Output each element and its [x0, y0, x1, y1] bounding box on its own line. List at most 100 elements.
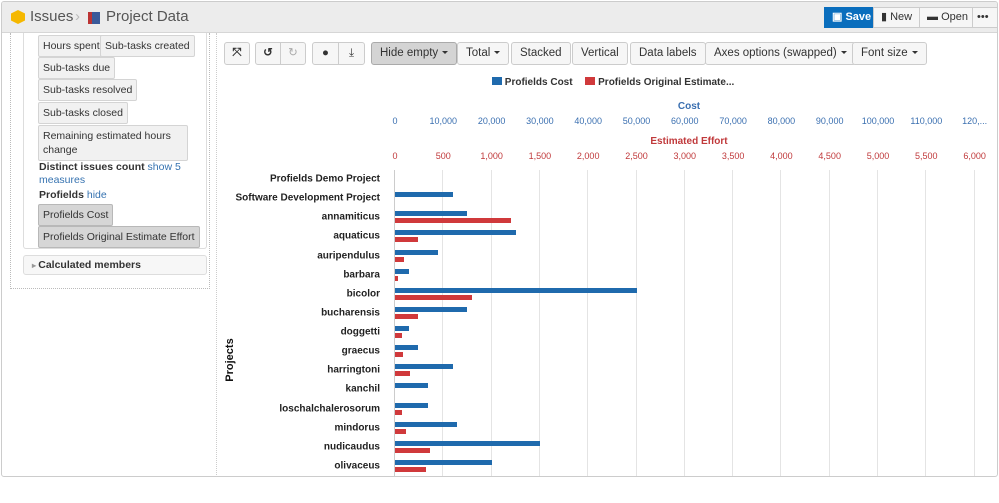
effort-tick-label: 2,000: [576, 151, 600, 161]
expand-icon: ⤧: [232, 47, 242, 59]
effort-bar: [395, 237, 419, 243]
effort-tick-label: 3,000: [673, 151, 697, 161]
more-button[interactable]: •••: [972, 7, 997, 28]
effort-tick-label: 4,000: [770, 151, 793, 161]
gridline: [877, 170, 878, 476]
total-dropdown[interactable]: Total: [457, 42, 510, 65]
legend: Profields Cost Profields Original Estima…: [492, 77, 734, 88]
category-label: aquaticus: [333, 230, 380, 242]
cost-tick-label: 10,000: [429, 116, 458, 126]
redo-button[interactable]: ↻: [280, 42, 306, 65]
stacked-button[interactable]: Stacked: [511, 42, 571, 65]
undo-icon: ↺: [263, 47, 273, 59]
cost-bar: [395, 345, 419, 351]
legend-item-cost[interactable]: Profields Cost: [492, 77, 573, 88]
font-size-dropdown[interactable]: Font size: [852, 42, 927, 65]
effort-tick-label: 500: [435, 151, 451, 161]
gridline: [683, 170, 685, 476]
category-label: auripendulus: [317, 250, 380, 262]
save-button[interactable]: ▣ Save: [824, 7, 880, 28]
gridline: [828, 170, 830, 476]
cost-bar: [395, 459, 492, 465]
vertical-button[interactable]: Vertical: [572, 42, 628, 65]
gridline: [635, 170, 637, 476]
measure-hours-spent[interactable]: Hours spent: [38, 35, 105, 57]
effort-bar: [395, 428, 406, 434]
legend-item-effort[interactable]: Profields Original Estimate...: [585, 77, 734, 88]
measure-subtasks-closed[interactable]: Sub-tasks closed: [38, 102, 128, 124]
cost-bar: [395, 402, 428, 408]
cost-bar: [395, 268, 409, 274]
effort-tick-label: 1,500: [528, 151, 552, 161]
redo-icon: ↻: [288, 47, 298, 59]
cost-tick-label: 100,000: [861, 116, 895, 126]
measure-remaining-estimated[interactable]: Remaining estimated hours change: [38, 125, 188, 161]
effort-tick-label: 1,000: [480, 151, 503, 161]
effort-bar: [395, 294, 473, 300]
cost-tick-label: 30,000: [526, 116, 554, 126]
category-label: Software Development Project: [235, 192, 380, 204]
cost-bar: [395, 230, 516, 236]
calculated-members-label: Calculated members: [38, 259, 141, 271]
caret-down-icon: [911, 51, 918, 55]
measure-subtasks-resolved[interactable]: Sub-tasks resolved: [38, 79, 138, 101]
category-label: loschalchalerosorum: [279, 403, 380, 415]
caret-down-icon: [442, 51, 449, 55]
undo-button[interactable]: ↺: [255, 42, 281, 65]
effort-tick-label: 6,000: [963, 151, 986, 161]
breadcrumb-project-data: Project Data: [106, 8, 189, 25]
hide-empty-dropdown[interactable]: Hide empty: [371, 42, 458, 65]
cost-bar: [395, 440, 540, 446]
cost-tick-label: 120,...: [962, 116, 988, 126]
category-label: bucharensis: [321, 307, 380, 319]
hide-link[interactable]: hide: [87, 189, 107, 201]
measure-profields-cost[interactable]: Profields Cost: [38, 204, 114, 226]
calculated-members-toggle[interactable]: ▸ Calculated members: [23, 255, 207, 275]
new-button[interactable]: ▮ New: [873, 7, 921, 28]
cost-bar: [395, 192, 453, 198]
font-size-label: Font size: [861, 47, 908, 59]
measure-subtasks-created[interactable]: Sub-tasks created: [100, 35, 195, 57]
category-label: nudicaudus: [323, 441, 380, 453]
cost-bar: [395, 306, 468, 312]
category-label: barbara: [343, 269, 380, 281]
category-label: Profields Demo Project: [269, 173, 380, 185]
effort-bar: [395, 333, 402, 339]
data-labels-button[interactable]: Data labels: [630, 42, 706, 65]
caret-down-icon: [494, 51, 501, 55]
effort-tick-label: 5,000: [866, 151, 890, 161]
cost-bar: [395, 421, 458, 427]
comment-icon: ●: [322, 47, 329, 59]
comment-button[interactable]: ●: [312, 42, 339, 65]
measure-profields-effort[interactable]: Profields Original Estimate Effort: [38, 226, 200, 248]
effort-tick-label: 5,500: [915, 151, 938, 161]
effort-tick-label: 2,500: [625, 151, 648, 161]
cost-tick-label: 60,000: [671, 116, 699, 126]
breadcrumb-issues[interactable]: Issues: [30, 8, 73, 25]
axes-options-dropdown[interactable]: Axes options (swapped): [705, 42, 856, 65]
total-label: Total: [466, 47, 491, 59]
cost-tick-label: 0: [392, 116, 398, 126]
cost-bar: [395, 383, 428, 389]
export-button[interactable]: ⤓: [338, 42, 365, 65]
caret-down-icon: [840, 51, 847, 55]
open-button[interactable]: ▬ Open: [919, 7, 976, 28]
table-icon: [88, 12, 100, 24]
measure-subtasks-due[interactable]: Sub-tasks due: [38, 57, 116, 79]
category-label: harringtoni: [327, 364, 380, 376]
panel-divider[interactable]: [216, 33, 217, 476]
effort-tick-label: 0: [392, 151, 398, 161]
cost-tick-label: 40,000: [574, 116, 602, 126]
effort-bar: [395, 313, 419, 319]
gridline: [538, 170, 540, 476]
new-label: New: [890, 11, 913, 23]
cost-tick-label: 90,000: [815, 116, 844, 126]
category-label: bicolor: [346, 288, 380, 300]
cost-bar: [395, 287, 637, 293]
fullscreen-button[interactable]: ⤧: [224, 42, 250, 65]
cost-bar: [395, 249, 438, 255]
cost-tick-label: 110,000: [910, 116, 943, 126]
y-axis-title: Projects: [224, 338, 236, 382]
profields-label: Profields: [39, 189, 84, 201]
app-window: Issues › Project Data ▣ Save ▮ New ▬ Ope…: [1, 1, 998, 477]
